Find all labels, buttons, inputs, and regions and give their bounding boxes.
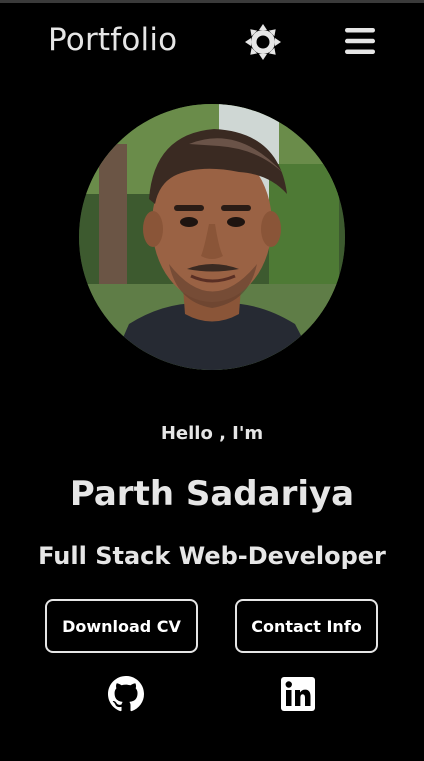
theme-toggle-button[interactable] xyxy=(243,24,283,64)
linkedin-icon xyxy=(281,677,315,715)
menu-toggle-button[interactable] xyxy=(340,24,380,62)
top-border xyxy=(0,0,424,3)
hamburger-menu-icon xyxy=(342,24,378,62)
avatar xyxy=(79,104,345,370)
linkedin-link[interactable] xyxy=(280,677,316,715)
sun-icon xyxy=(243,22,283,66)
job-title: Full Stack Web-Developer xyxy=(38,542,386,570)
contact-info-button[interactable]: Contact Info xyxy=(235,599,378,653)
person-name: Parth Sadariya xyxy=(69,474,355,514)
github-link[interactable] xyxy=(108,676,144,716)
download-cv-button[interactable]: Download CV xyxy=(45,599,198,653)
greeting-text: Hello , I'm xyxy=(160,423,264,444)
brand-logo-text[interactable]: Portfolio xyxy=(48,22,177,59)
github-icon xyxy=(108,676,144,716)
